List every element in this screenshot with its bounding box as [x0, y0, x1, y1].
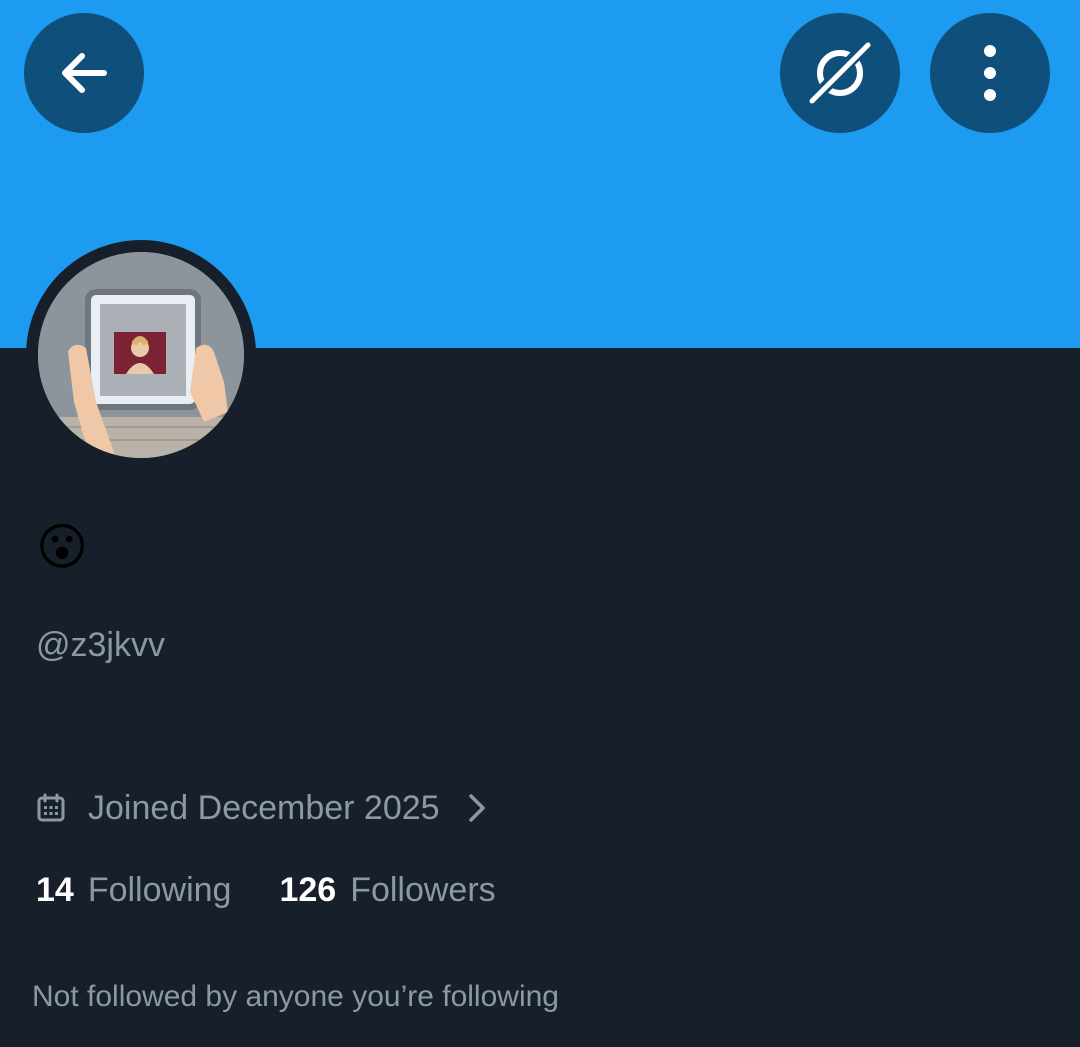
grok-icon — [804, 39, 872, 109]
more-options-button[interactable] — [930, 13, 1050, 133]
grok-button[interactable] — [780, 13, 900, 133]
following-link[interactable]: 14 Following — [36, 868, 231, 912]
profile-stats: 14 Following 126 Followers — [36, 868, 496, 912]
display-name: 😮 — [36, 518, 89, 576]
avatar[interactable] — [38, 252, 244, 458]
more-vertical-icon — [984, 45, 996, 101]
followers-count: 126 — [279, 871, 337, 909]
joined-date-row[interactable]: Joined December 2025 — [36, 786, 486, 830]
chevron-right-icon — [468, 793, 486, 823]
arrow-left-icon — [62, 53, 107, 93]
calendar-icon — [36, 793, 66, 823]
profile-handle: @z3jkvv — [36, 626, 165, 664]
ring-light-photo — [38, 252, 244, 458]
following-label: Following — [87, 871, 232, 909]
followers-label: Followers — [350, 871, 496, 909]
social-context-text: Not followed by anyone you’re following — [32, 980, 559, 1013]
joined-date: Joined December 2025 — [88, 789, 440, 827]
followers-link[interactable]: 126 Followers — [279, 868, 495, 912]
back-button[interactable] — [24, 13, 144, 133]
following-count: 14 — [36, 871, 74, 909]
